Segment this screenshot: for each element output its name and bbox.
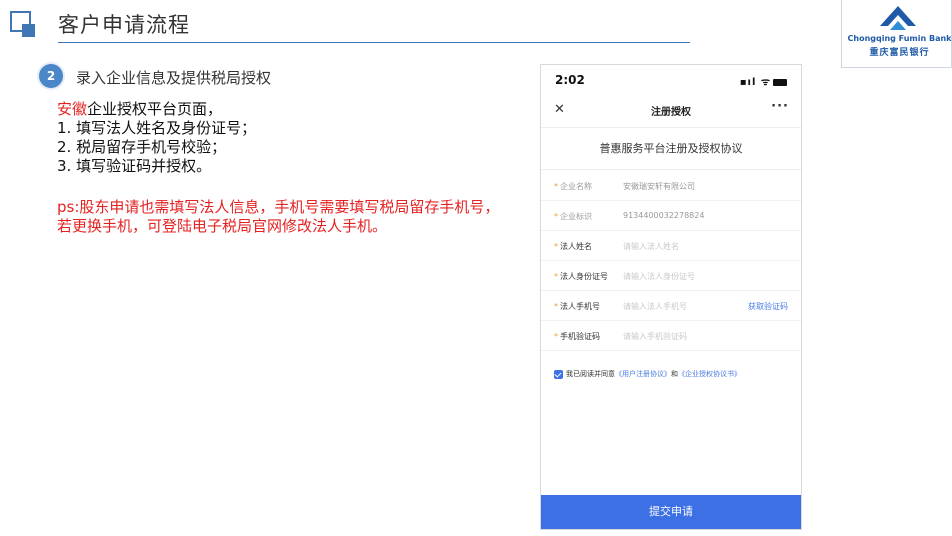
more-icon[interactable]: ··· [771, 99, 789, 114]
page-title: 客户申请流程 [58, 13, 190, 37]
title-decoration-fill [22, 24, 35, 37]
user-agreement-link[interactable]: 《用户注册协议》 [615, 370, 671, 378]
form-row-company-name: * 企业名称 安徽瑞安轩有限公司 [541, 171, 801, 201]
ps-note-line: 若更换手机，可登陆电子税局官网修改法人手机。 [57, 217, 388, 235]
instruction-intro-text: 企业授权平台页面， [87, 100, 223, 118]
company-id-value: 9134400032278824 [623, 211, 705, 220]
agreement-title: 普惠服务平台注册及授权协议 [599, 142, 743, 155]
agree-and: 和 [671, 370, 678, 378]
province-name: 安徽 [57, 100, 88, 118]
instruction-item: 1. 填写法人姓名及身份证号； [57, 119, 257, 137]
legal-phone-input[interactable]: 请输入法人手机号 [623, 301, 687, 312]
agree-checkbox[interactable] [554, 369, 563, 379]
title-divider [541, 169, 801, 170]
nav-bar: ✕ 注册授权 ··· [541, 98, 801, 124]
field-label: * 法人身份证号 [554, 272, 608, 281]
form-row-legal-name: * 法人姓名 请输入法人姓名 [541, 231, 801, 261]
instruction-item: 3. 填写验证码并授权。 [57, 157, 212, 175]
bank-logo-english: Chongqing Fumin Bank [847, 34, 952, 43]
instruction-item: 2. 税局留存手机号校验； [57, 138, 227, 156]
instructions: 安徽企业授权平台页面， 1. 填写法人姓名及身份证号； 2. 税局留存手机号校验… [57, 100, 256, 176]
company-name-value: 安徽瑞安轩有限公司 [623, 182, 695, 191]
instruction-intro: 安徽企业授权平台页面， [57, 100, 256, 119]
bank-logo: Chongqing Fumin Bank 重庆富民银行 [841, 0, 952, 68]
bank-logo-icon [880, 6, 916, 30]
get-code-link[interactable]: 获取验证码 [748, 301, 788, 312]
agreement-consent: 我已阅读并同意《用户注册协议》和《企业授权协议书》 [554, 369, 741, 379]
title-underline [58, 42, 690, 43]
ps-note-line: ps:股东申请也需填写法人信息，手机号需要填写税局留存手机号， [57, 198, 500, 216]
field-label: * 企业标识 [554, 212, 592, 221]
status-icons: ▪ıl ᯤ [740, 74, 787, 88]
form-row-sms-code: * 手机验证码 请输入手机验证码 [541, 321, 801, 351]
bank-logo-chinese: 重庆富民银行 [869, 48, 930, 58]
step-number-badge: 2 [39, 64, 63, 88]
status-time: 2:02 [555, 73, 585, 87]
form-row-legal-phone: * 法人手机号 请输入法人手机号 获取验证码 [541, 291, 801, 321]
sms-code-input[interactable]: 请输入手机验证码 [623, 331, 687, 342]
step-title: 录入企业信息及提供税局授权 [76, 69, 272, 87]
field-label: * 企业名称 [554, 182, 592, 191]
agree-text: 我已阅读并同意 [566, 370, 615, 378]
form-row-legal-id: * 法人身份证号 请输入法人身份证号 [541, 261, 801, 291]
field-label: * 手机验证码 [554, 332, 600, 341]
nav-title: 注册授权 [651, 107, 691, 118]
field-label: * 法人姓名 [554, 242, 592, 251]
signal-wifi-icon: ▪ıl ᯤ [739, 77, 771, 88]
legal-name-input[interactable]: 请输入法人姓名 [623, 241, 679, 252]
authorization-agreement-link[interactable]: 《企业授权协议书》 [678, 370, 741, 378]
status-bar: 2:02 ▪ıl ᯤ [541, 65, 801, 93]
battery-icon [773, 78, 787, 86]
field-label: * 法人手机号 [554, 302, 600, 311]
nav-divider [541, 127, 801, 128]
submit-button[interactable]: 提交申请 [541, 495, 801, 529]
form-row-company-id: * 企业标识 9134400032278824 [541, 201, 801, 231]
phone-screenshot: 2:02 ▪ıl ᯤ ✕ 注册授权 ··· 普惠服务平台注册及授权协议 * 企业名… [540, 64, 802, 530]
legal-id-input[interactable]: 请输入法人身份证号 [623, 271, 695, 282]
ps-note: ps:股东申请也需填写法人信息，手机号需要填写税局留存手机号， 若更换手机，可登… [57, 198, 537, 236]
